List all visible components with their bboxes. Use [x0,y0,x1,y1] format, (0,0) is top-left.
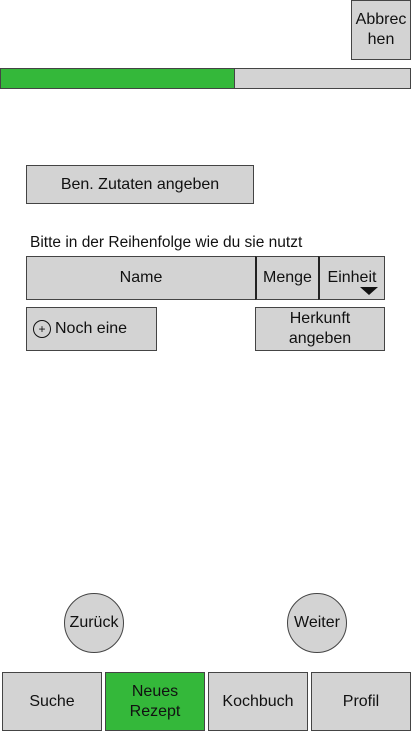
nav-new-recipe[interactable]: Neues Rezept [105,672,205,731]
progress-fill [1,69,236,88]
order-hint: Bitte in der Reihenfolge wie du sie nutz… [30,234,303,251]
cancel-button[interactable]: Abbrec hen [351,0,411,60]
nav-search[interactable]: Suche [2,672,102,731]
next-button[interactable]: Weiter [287,593,347,653]
add-ingredient-button[interactable]: + Noch eine [26,307,157,351]
origin-button[interactable]: Herkunft angeben [255,307,385,351]
nav-cookbook[interactable]: Kochbuch [208,672,308,731]
unit-dropdown-label: Einheit [327,269,377,286]
ingredient-amount-field[interactable]: Menge [255,256,319,300]
plus-circle-icon: + [33,320,51,338]
ingredients-button[interactable]: Ben. Zutaten angeben [26,165,254,204]
progress-bar [0,68,411,89]
back-button[interactable]: Zurück [64,593,124,653]
caret-down-icon [360,287,378,295]
ingredient-name-field[interactable]: Name [26,256,256,300]
add-ingredient-label: Noch eine [55,320,128,337]
nav-profile[interactable]: Profil [311,672,411,731]
unit-dropdown[interactable]: Einheit [318,256,385,300]
